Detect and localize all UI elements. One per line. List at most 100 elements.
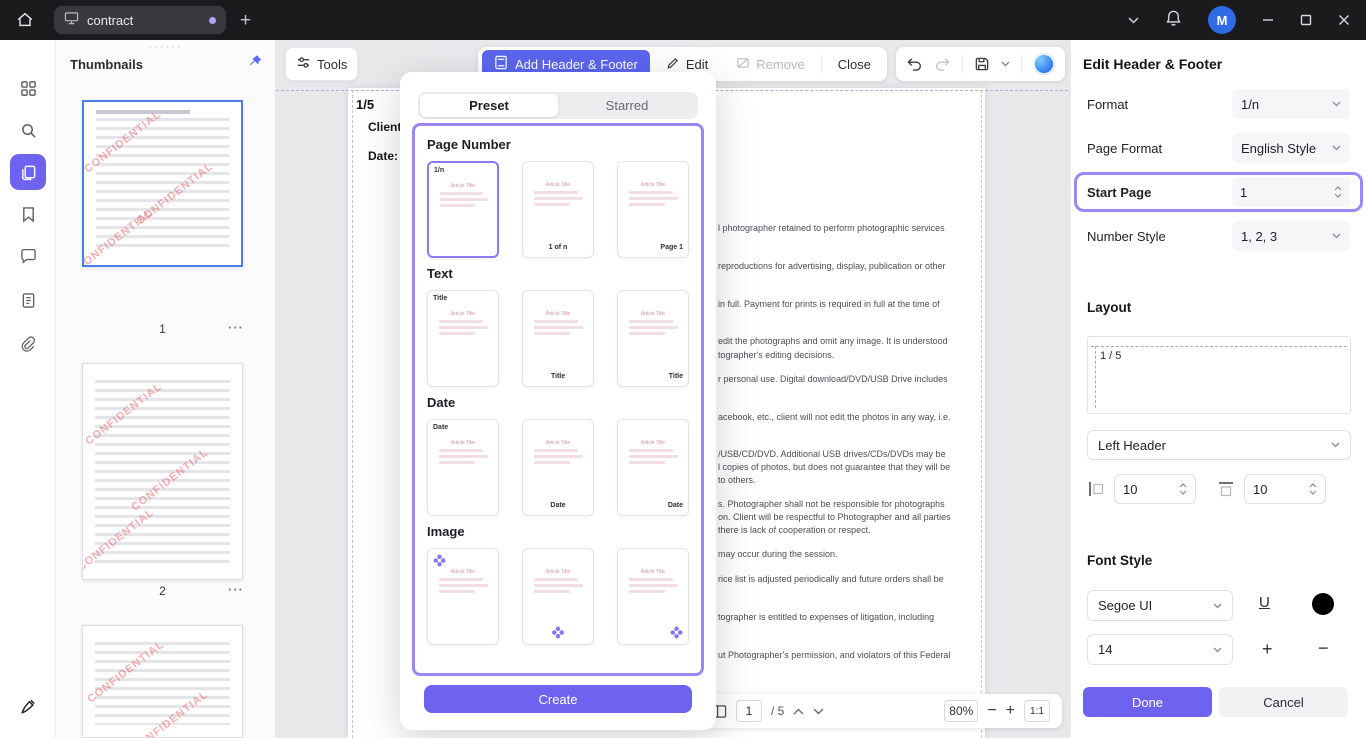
zoom-level-value[interactable]: 80% — [944, 700, 979, 722]
preset-label: Title — [550, 373, 566, 380]
position-dropdown[interactable]: Left Header — [1087, 430, 1351, 460]
edit-header-footer-panel: Edit Header & Footer Format 1/n Page For… — [1070, 40, 1366, 738]
create-button[interactable]: Create — [424, 685, 692, 713]
preset-image-bottom-center[interactable]: Article Title — [522, 548, 594, 645]
tab-preset[interactable]: Preset — [420, 94, 558, 117]
document-pages-icon[interactable] — [10, 282, 46, 318]
actual-size-button[interactable]: 1:1 — [1024, 700, 1050, 722]
increase-size-button[interactable]: + — [1262, 640, 1273, 658]
preset-text-top-left[interactable]: Title Article Title — [427, 290, 499, 387]
close-button[interactable]: Close — [826, 50, 883, 78]
page-more-button[interactable]: ··· — [228, 582, 244, 597]
format-dropdown[interactable]: 1/n — [1232, 89, 1350, 119]
doc-body-line: l photographer retained to perform photo… — [718, 223, 945, 233]
sign-pen-icon[interactable] — [10, 688, 46, 724]
thumbnails-panel: ······ Thumbnails CONFIDENTIAL CONFIDENT… — [56, 40, 276, 738]
next-page-chevron-icon[interactable] — [813, 708, 824, 715]
bookmark-icon[interactable] — [10, 196, 46, 232]
preset-label: Date — [433, 424, 449, 431]
doc-body-line: there is lack of cooperation or respect. — [718, 525, 871, 535]
preset-image-top-left[interactable]: Article Title — [427, 548, 499, 645]
font-style-section-label: Font Style — [1087, 553, 1153, 568]
maximize-button[interactable] — [1300, 14, 1312, 26]
mini-article-title: Article Title — [545, 440, 571, 446]
preset-page-number-bottom-center[interactable]: Article Title 1 of n — [522, 161, 594, 258]
number-style-dropdown[interactable]: 1, 2, 3 — [1232, 221, 1350, 251]
notification-bell-icon[interactable] — [1165, 9, 1182, 32]
section-title-page-number: Page Number — [427, 137, 511, 152]
redo-icon[interactable] — [934, 57, 951, 72]
left-toolbar-rail — [0, 40, 56, 738]
stepper-icon[interactable] — [1309, 483, 1317, 495]
layout-preview: 1 / 5 — [1087, 336, 1351, 414]
doc-body-line: /USB/CD/DVD. Additional USB drives/CDs/D… — [718, 449, 946, 459]
start-page-label: Start Page — [1087, 184, 1152, 200]
tools-label: Tools — [317, 56, 348, 72]
user-avatar[interactable]: M — [1208, 6, 1236, 34]
preset-date-top-left[interactable]: Date Article Title — [427, 419, 499, 516]
page-more-button[interactable]: ··· — [228, 320, 244, 335]
panel-drag-handle[interactable]: ······ — [56, 40, 275, 54]
font-size-dropdown[interactable]: 14 — [1087, 634, 1233, 665]
underline-button[interactable]: U — [1259, 594, 1270, 611]
preset-date-bottom-center[interactable]: Article Title Date — [522, 419, 594, 516]
decrease-size-button[interactable]: − — [1318, 639, 1329, 657]
chevron-down-icon[interactable] — [1128, 11, 1139, 29]
page-thumbnail-3[interactable]: CONFIDENTIAL CONFIDENTIAL — [82, 625, 243, 738]
undo-icon[interactable] — [906, 57, 923, 72]
preset-list: Page Number 1/n Article Title Article Ti… — [412, 123, 704, 676]
zoom-out-button[interactable]: − — [987, 702, 996, 720]
page-thumbnails-icon[interactable] — [10, 154, 46, 190]
page-thumbnail-2[interactable]: CONFIDENTIAL CONFIDENTIAL CONFIDENTIAL — [82, 363, 243, 580]
horizontal-margin-input[interactable]: 10 — [1114, 474, 1196, 504]
grid-view-icon[interactable] — [10, 70, 46, 106]
new-tab-button[interactable]: + — [240, 11, 251, 30]
page-number-input[interactable]: 1 — [736, 700, 762, 722]
previous-page-chevron-icon[interactable] — [793, 708, 804, 715]
section-title-date: Date — [427, 395, 456, 410]
document-tab[interactable]: contract — [54, 6, 226, 34]
stepper-icon[interactable] — [1179, 483, 1187, 495]
add-header-footer-icon — [494, 55, 508, 73]
stepper-icon[interactable] — [1334, 186, 1342, 198]
tab-starred[interactable]: Starred — [558, 94, 696, 117]
preset-image-bottom-right[interactable]: Article Title — [617, 548, 689, 645]
horizontal-margin-value: 10 — [1123, 481, 1138, 497]
page-format-dropdown[interactable]: English Style — [1232, 133, 1350, 163]
attachment-icon[interactable] — [10, 326, 46, 362]
pin-panel-icon[interactable] — [248, 54, 263, 74]
preview-header-guide — [1091, 346, 1347, 347]
cancel-button[interactable]: Cancel — [1219, 687, 1348, 717]
preset-text-bottom-center[interactable]: Article Title Title — [522, 290, 594, 387]
preset-page-number-bottom-right[interactable]: Article Title Page 1 — [617, 161, 689, 258]
preset-date-bottom-right[interactable]: Article Title Date — [617, 419, 689, 516]
minimize-button[interactable] — [1262, 14, 1274, 26]
remove-button[interactable]: Remove — [724, 50, 816, 78]
chevron-down-icon — [1331, 442, 1340, 448]
doc-client-label: Client — [368, 120, 402, 134]
start-page-input[interactable]: 1 — [1232, 177, 1350, 207]
mini-article-title: Article Title — [450, 183, 476, 189]
save-icon[interactable] — [974, 56, 990, 72]
vertical-margin-input[interactable]: 10 — [1244, 474, 1326, 504]
home-icon[interactable] — [16, 11, 34, 29]
chevron-down-icon — [1332, 233, 1341, 239]
zoom-in-button[interactable]: + — [1006, 702, 1015, 720]
page-thumbnail-1[interactable]: CONFIDENTIAL CONFIDENTIAL CONFIDENTIAL — [82, 100, 243, 267]
preset-page-number-top-left[interactable]: 1/n Article Title — [427, 161, 499, 258]
done-button[interactable]: Done — [1083, 687, 1212, 717]
search-icon[interactable] — [10, 112, 46, 148]
close-window-button[interactable] — [1338, 14, 1350, 26]
comment-icon[interactable] — [10, 238, 46, 274]
number-style-value: 1, 2, 3 — [1241, 228, 1278, 244]
ai-assistant-icon[interactable] — [1033, 53, 1055, 75]
font-family-value: Segoe UI — [1098, 598, 1153, 613]
header-page-number[interactable]: 1/5 — [356, 97, 374, 112]
font-family-dropdown[interactable]: Segoe UI — [1087, 590, 1233, 621]
font-color-swatch[interactable] — [1312, 593, 1334, 615]
preset-label: Title — [668, 373, 683, 380]
tools-button[interactable]: Tools — [285, 47, 359, 81]
toolbar-divider — [1021, 55, 1022, 73]
preset-text-bottom-right[interactable]: Article Title Title — [617, 290, 689, 387]
save-options-chevron-icon[interactable] — [1001, 61, 1010, 67]
